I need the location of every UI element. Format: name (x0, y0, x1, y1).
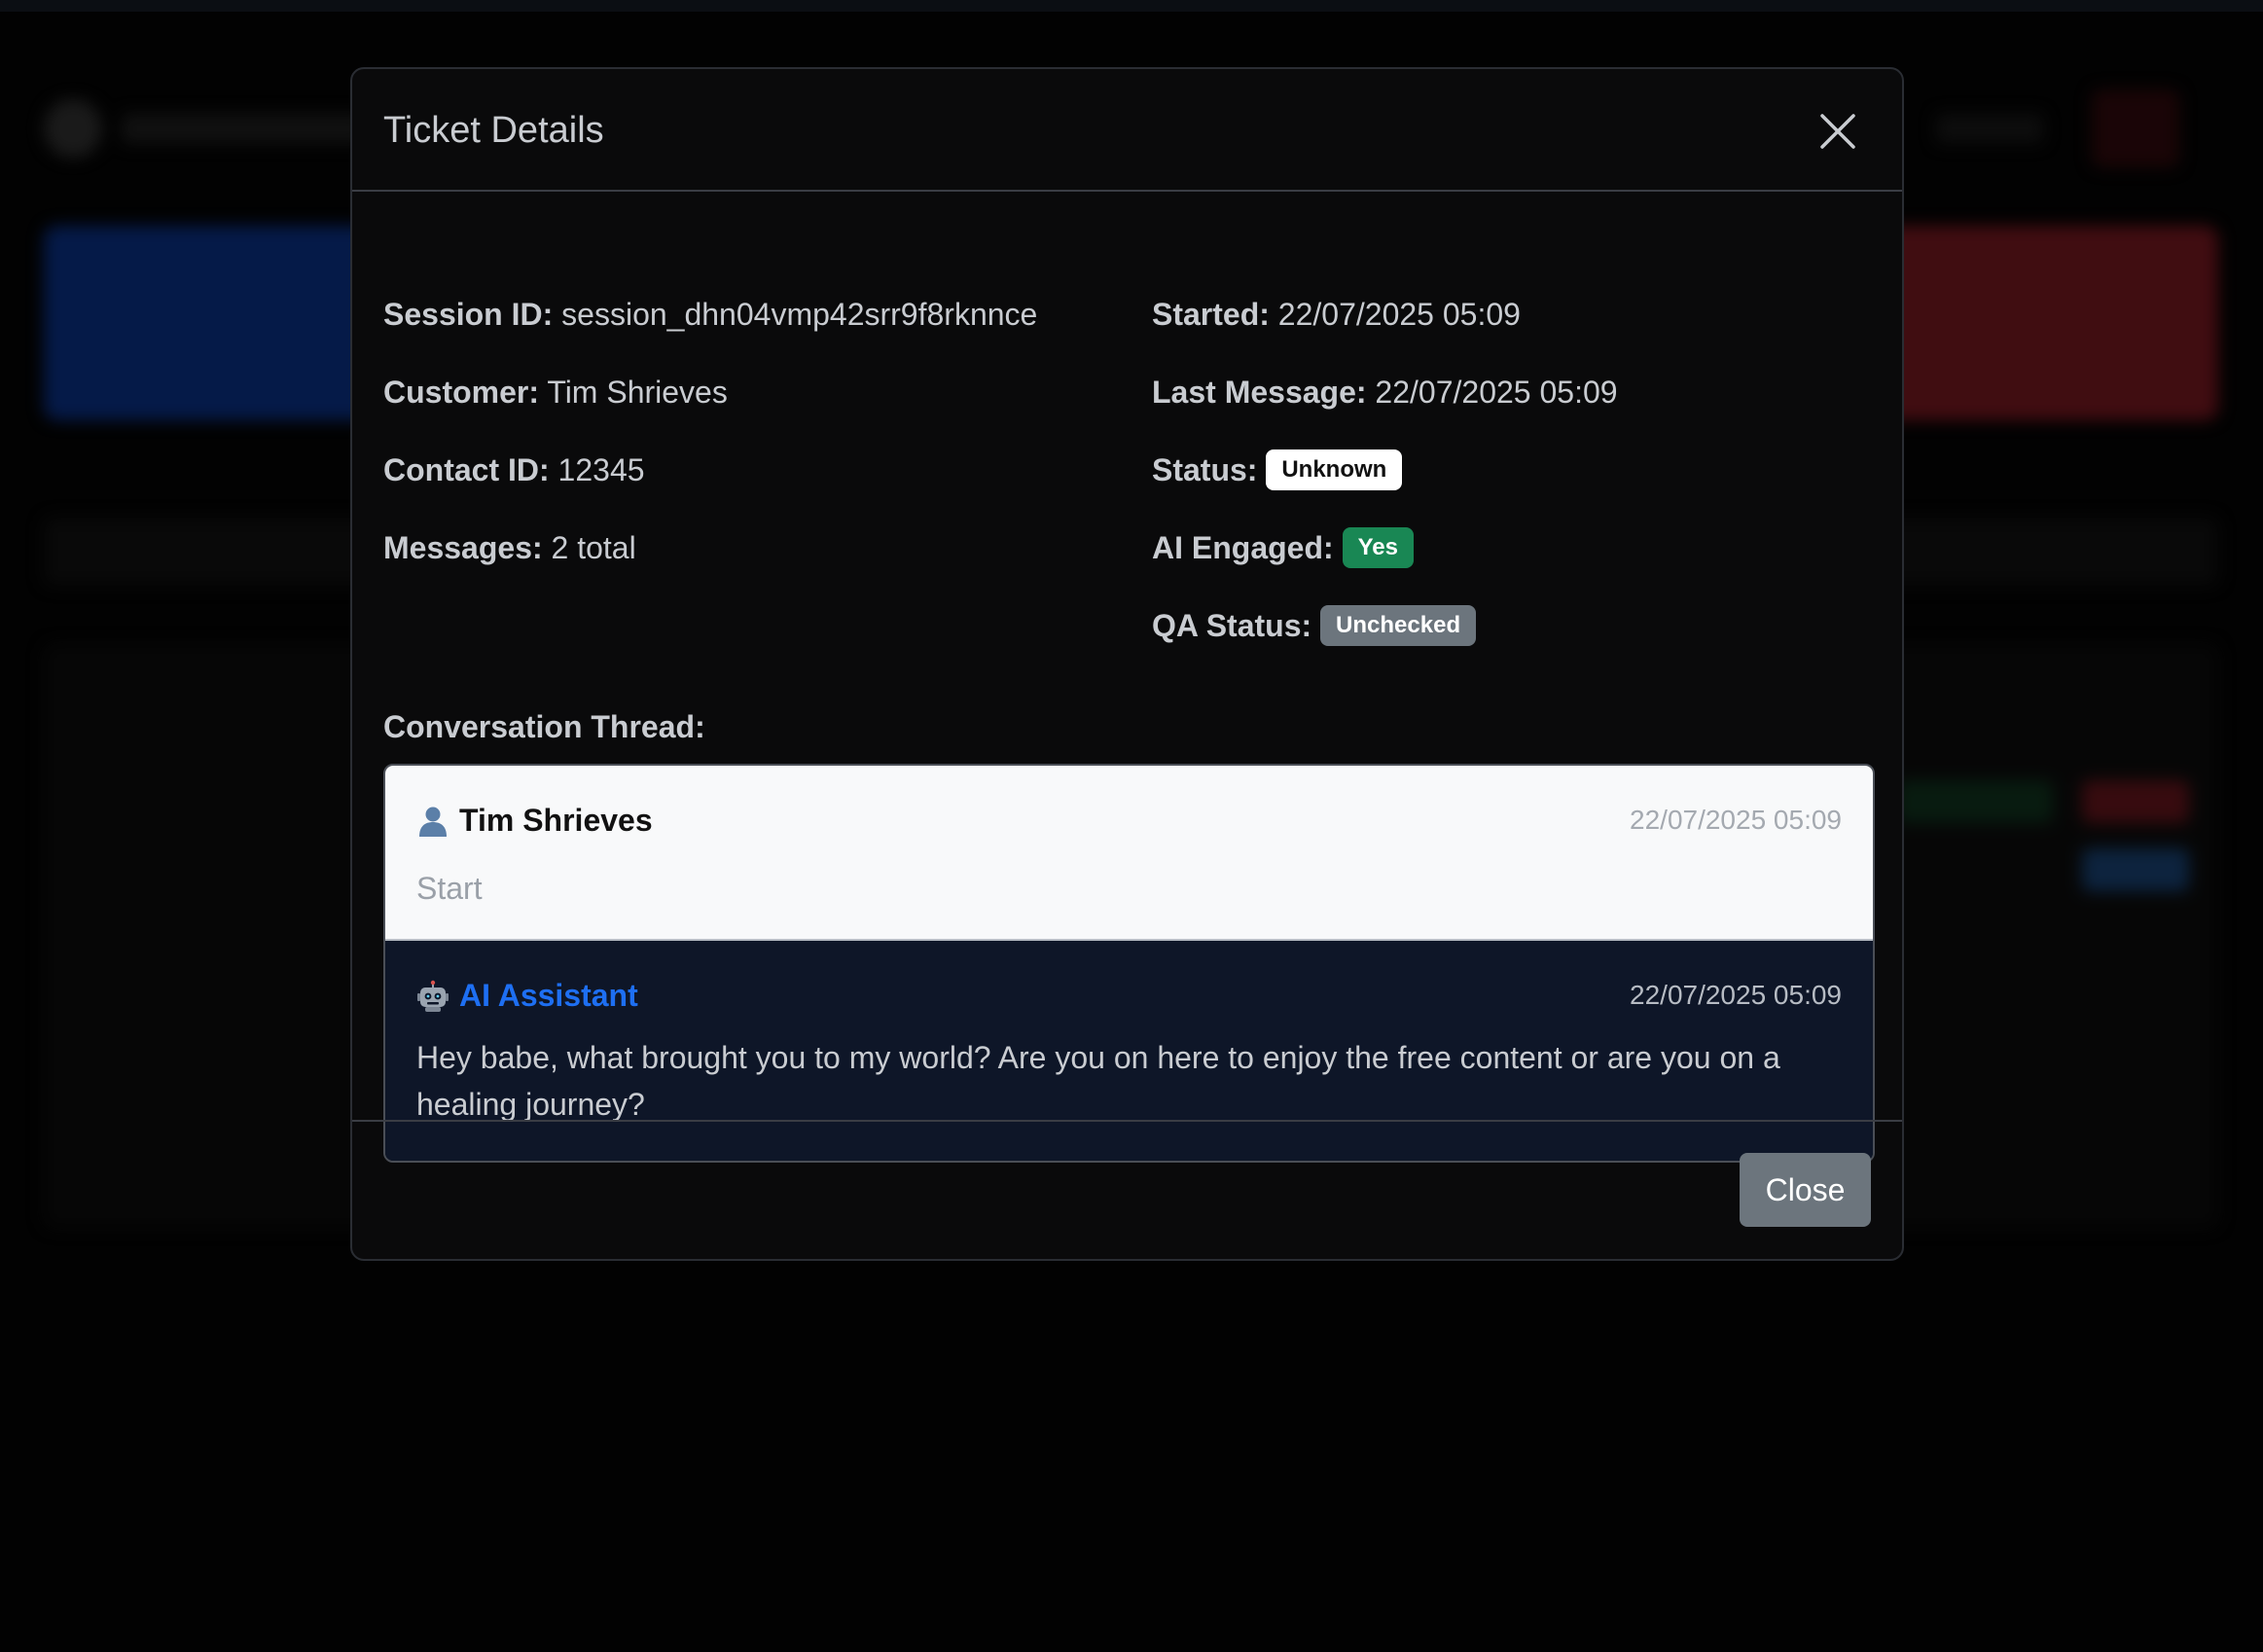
qa-status-row: QA Status: Unchecked (1152, 604, 1477, 649)
conversation-thread[interactable]: Tim Shrieves 22/07/2025 05:09 Start AI A… (383, 764, 1875, 1163)
close-button[interactable]: Close (1740, 1153, 1871, 1227)
modal-header: Ticket Details (352, 69, 1902, 192)
message-sender-name: Tim Shrieves (459, 803, 653, 838)
customer-value: Tim Shrieves (547, 375, 728, 410)
message-sender-name: AI Assistant (459, 978, 638, 1013)
message-sender: Tim Shrieves (416, 803, 653, 839)
last-message-label: Last Message: (1152, 375, 1367, 410)
message-timestamp: 22/07/2025 05:09 (1630, 805, 1842, 835)
message-text: Hey babe, what brought you to my world? … (416, 1040, 1780, 1122)
user-icon (416, 805, 449, 838)
session-id-label: Session ID: (383, 297, 554, 332)
started-row: Started: 22/07/2025 05:09 (1152, 295, 1521, 334)
message-text: Start (416, 871, 483, 906)
modal-footer: Close (352, 1120, 1902, 1259)
started-label: Started: (1152, 297, 1270, 332)
messages-value: 2 total (551, 530, 636, 565)
message-sender: AI Assistant (416, 978, 638, 1014)
message-item: Tim Shrieves 22/07/2025 05:09 Start (385, 766, 1873, 939)
messages-row: Messages: 2 total (383, 528, 636, 567)
status-label: Status: (1152, 452, 1258, 487)
customer-label: Customer: (383, 375, 540, 410)
robot-icon (416, 980, 449, 1013)
contact-id-row: Contact ID: 12345 (383, 450, 645, 489)
contact-id-value: 12345 (557, 452, 645, 487)
modal-title: Ticket Details (383, 110, 604, 151)
session-id-row: Session ID: session_dhn04vmp42srr9f8rknn… (383, 295, 1037, 334)
messages-label: Messages: (383, 530, 543, 565)
customer-row: Customer: Tim Shrieves (383, 373, 728, 412)
contact-id-label: Contact ID: (383, 452, 550, 487)
qa-status-label: QA Status: (1152, 608, 1312, 643)
ai-engaged-badge: Yes (1342, 526, 1414, 568)
ai-engaged-row: AI Engaged: Yes (1152, 526, 1414, 571)
last-message-row: Last Message: 22/07/2025 05:09 (1152, 373, 1618, 412)
status-row: Status: Unknown (1152, 449, 1403, 493)
session-id-value: session_dhn04vmp42srr9f8rknnce (561, 297, 1038, 332)
ai-engaged-label: AI Engaged: (1152, 530, 1334, 565)
qa-status-badge: Unchecked (1320, 604, 1477, 646)
conversation-thread-label: Conversation Thread: (383, 709, 705, 744)
close-icon[interactable] (1818, 112, 1857, 151)
ticket-details-modal: Ticket Details Session ID: session_dhn04… (350, 67, 1904, 1261)
message-timestamp: 22/07/2025 05:09 (1630, 980, 1842, 1010)
status-badge: Unknown (1266, 449, 1403, 490)
last-message-value: 22/07/2025 05:09 (1375, 375, 1618, 410)
started-value: 22/07/2025 05:09 (1277, 297, 1521, 332)
